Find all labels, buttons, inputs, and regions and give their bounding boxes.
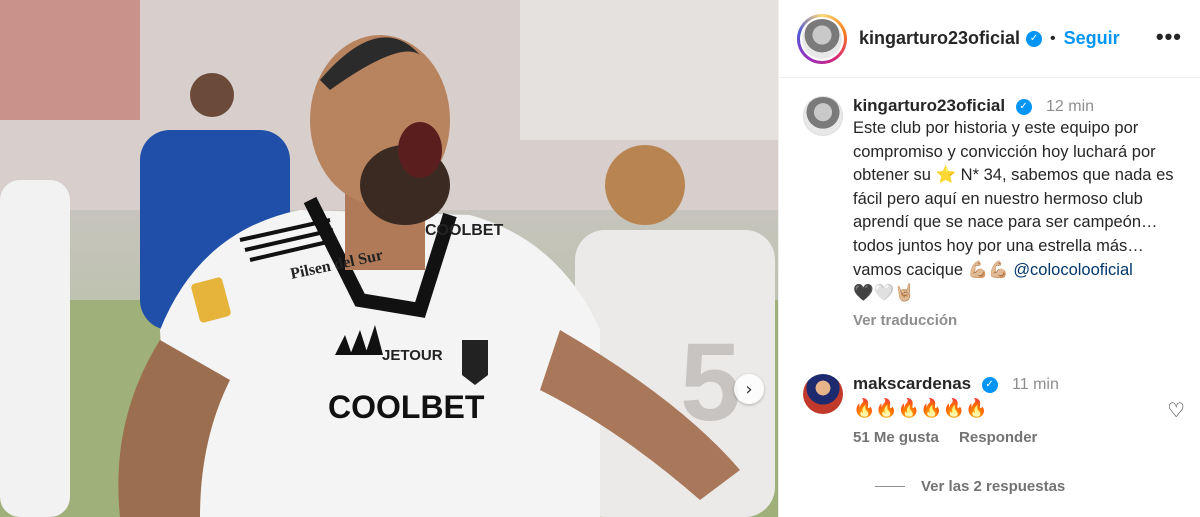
comment-text: 🔥🔥🔥🔥🔥🔥 [853,398,988,419]
post-sidebar: kingarturo23oficial ✓ • Seguir ••• kinga… [778,0,1200,517]
comment-time: 11 min [1012,376,1059,393]
jersey-sponsor-main: COOLBET [328,389,485,425]
verified-badge-icon: ✓ [1015,98,1032,115]
player-illustration: 5 Pilsen del Sur JETOUR COOLBET COOLBET [0,0,778,517]
profile-avatar[interactable] [797,13,847,64]
verified-badge-icon: ✓ [981,376,998,393]
more-options-icon[interactable]: ••• [1156,24,1182,50]
view-replies-button[interactable]: Ver las 2 respuestas [875,478,1065,495]
jersey-sleeve-sponsor: COOLBET [425,222,503,239]
mention-link[interactable]: @colocolooficial [1013,261,1132,279]
post-header: kingarturo23oficial ✓ • Seguir ••• [779,0,1200,78]
caption-time: 12 min [1046,98,1095,115]
see-translation-button[interactable]: Ver traducción [853,312,1193,329]
caption-username[interactable]: kingarturo23oficial [853,96,1005,115]
separator-dot: • [1050,29,1056,47]
comment-avatar[interactable] [803,374,843,414]
like-comment-heart-icon[interactable]: ♡ [1167,398,1185,422]
comment-likes[interactable]: 51 Me gusta [853,429,939,446]
chevron-right-icon: › [745,378,753,400]
comment-username[interactable]: makscardenas [853,374,971,393]
post-photo[interactable]: 5 Pilsen del Sur JETOUR COOLBET COOLBET … [0,0,778,517]
verified-badge-icon: ✓ [1026,30,1043,47]
header-username[interactable]: kingarturo23oficial [859,28,1020,49]
follow-button[interactable]: Seguir [1064,28,1120,49]
caption-avatar[interactable] [803,96,843,136]
caption-text: Este club por historia y este equipo por… [853,119,1174,303]
reply-button[interactable]: Responder [959,429,1037,446]
replies-divider [875,486,905,487]
next-photo-button[interactable]: › [734,374,764,404]
avatar-image [802,18,842,59]
jersey-brand: JETOUR [382,347,443,364]
